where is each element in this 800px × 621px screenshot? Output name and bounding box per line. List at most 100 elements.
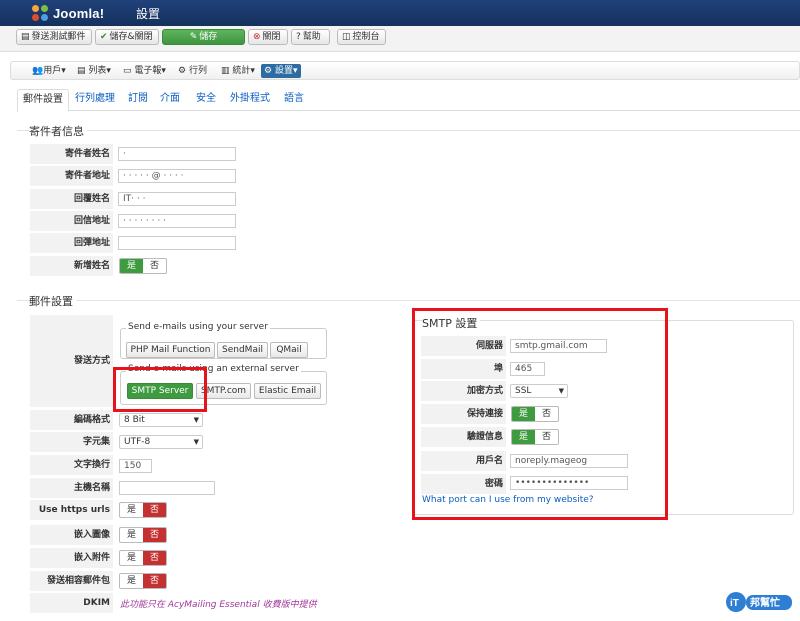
https-yes[interactable]: 是 xyxy=(120,503,143,517)
close-circle-icon: ⊗ xyxy=(253,32,261,42)
reply-name-field[interactable]: IT· · · xyxy=(118,192,236,206)
nav-users[interactable]: 👥用戶▾ xyxy=(29,64,69,78)
chevron-down-icon: ▼ xyxy=(193,438,199,446)
help-label: 幫助 xyxy=(302,32,321,42)
tab-plugins[interactable]: 外掛程式 xyxy=(225,89,275,111)
check-icon: ✔ xyxy=(100,32,108,42)
nav-queue[interactable]: ⚙ 行列 xyxy=(175,64,210,78)
from-email-field[interactable]: · · · · · @ · · · · xyxy=(118,169,236,183)
embed-images-no[interactable]: 否 xyxy=(143,528,166,542)
wrap-field[interactable]: 150 xyxy=(119,459,152,473)
users-icon: 👥 xyxy=(32,66,44,76)
tab-queue[interactable]: 行列處理 xyxy=(70,89,120,111)
embed-attach-no[interactable]: 否 xyxy=(143,551,166,565)
nav-config[interactable]: ⚙ 設置▾ xyxy=(261,64,301,78)
add-name-yes[interactable]: 是 xyxy=(120,259,143,273)
tab-interface[interactable]: 介面 xyxy=(155,89,185,111)
from-name-field[interactable]: · xyxy=(118,147,236,161)
watermark-text: 邦幫忙 xyxy=(750,596,780,609)
tab-security[interactable]: 安全 xyxy=(191,89,221,111)
hostname-field[interactable] xyxy=(119,481,215,495)
close-button[interactable]: ⊗ 關閉 xyxy=(248,29,288,45)
hostname-label: 主機名稱 xyxy=(30,478,113,498)
tab-subscription[interactable]: 訂閱 xyxy=(123,89,153,111)
https-toggle[interactable]: 是 否 xyxy=(119,502,167,518)
sender-fieldset-rule xyxy=(17,130,800,131)
nav-queue-label: 行列 xyxy=(188,66,207,76)
https-no[interactable]: 否 xyxy=(143,503,166,517)
embed-images-toggle[interactable]: 是 否 xyxy=(119,527,167,543)
save-label: 儲存 xyxy=(199,32,218,42)
config-icon: ⚙ xyxy=(264,66,273,76)
add-name-toggle[interactable]: 是 否 xyxy=(119,258,167,274)
https-label: Use https urls xyxy=(30,500,113,520)
wrap-label: 文字換行 xyxy=(30,455,113,475)
nav-stats-label: 統計 xyxy=(232,66,251,76)
multipart-yes[interactable]: 是 xyxy=(120,574,143,588)
encoding-value: 8 Bit xyxy=(124,415,145,425)
chevron-down-icon: ▼ xyxy=(193,416,199,424)
help-button[interactable]: ? 幫助 xyxy=(291,29,330,45)
joomla-logo[interactable]: Joomla! xyxy=(32,4,104,22)
main-nav: 👥用戶▾ ▤ 列表▾ ▭ 電子報▾ ⚙ 行列 ▥ 統計▾ ⚙ 設置▾ xyxy=(10,61,800,80)
encoding-select[interactable]: 8 Bit ▼ xyxy=(119,413,203,427)
queue-icon: ⚙ xyxy=(178,66,187,76)
nav-stats[interactable]: ▥ 統計▾ xyxy=(218,64,258,78)
multipart-toggle[interactable]: 是 否 xyxy=(119,573,167,589)
control-panel-button[interactable]: ◫ 控制台 xyxy=(337,29,386,45)
charset-select[interactable]: UTF-8 ▼ xyxy=(119,435,203,449)
control-panel-label: 控制台 xyxy=(352,32,380,42)
dkim-label: DKIM xyxy=(30,593,113,613)
list-icon: ▤ xyxy=(77,66,86,76)
mail-fieldset-rule xyxy=(17,300,800,301)
nav-config-label: 設置 xyxy=(274,66,293,76)
elastic-email-button[interactable]: Elastic Email xyxy=(254,383,321,399)
from-email-label: 寄件者地址 xyxy=(30,166,113,186)
dkim-notice: 此功能只在 AcyMailing Essential 收費版中提供 xyxy=(120,600,317,610)
multipart-label: 發送相容郵件包 xyxy=(30,571,113,591)
reply-email-field[interactable]: · · · · · · · · xyxy=(118,214,236,228)
save-close-button[interactable]: ✔ 儲存&關閉 xyxy=(95,29,159,45)
nav-users-label: 用戶 xyxy=(43,66,62,76)
own-server-title: Send e-mails using your server xyxy=(126,322,270,332)
nav-newsletters-label: 電子報 xyxy=(134,66,162,76)
help-icon: ? xyxy=(296,32,301,42)
reply-email-label: 回信地址 xyxy=(30,211,113,231)
nav-newsletters[interactable]: ▭ 電子報▾ xyxy=(120,64,169,78)
sendmail-button[interactable]: SendMail xyxy=(217,342,268,358)
embed-images-label: 嵌入圖像 xyxy=(30,525,113,545)
sender-legend: 寄件者信息 xyxy=(29,123,87,139)
embed-images-yes[interactable]: 是 xyxy=(120,528,143,542)
save-button[interactable]: ✎ 儲存 xyxy=(162,29,245,45)
mail-legend: 郵件設置 xyxy=(29,293,76,309)
charset-value: UTF-8 xyxy=(124,437,151,447)
ithome-watermark-logo: iT 邦幫忙 xyxy=(726,592,792,612)
multipart-no[interactable]: 否 xyxy=(143,574,166,588)
smtp-server-highlight xyxy=(113,367,207,412)
send-test-button[interactable]: ▤ 發送測試郵件 xyxy=(16,29,92,45)
envelope-icon: ▤ xyxy=(21,32,30,42)
qmail-button[interactable]: QMail xyxy=(270,342,308,358)
svg-text:iT: iT xyxy=(730,598,739,609)
nav-lists[interactable]: ▤ 列表▾ xyxy=(74,64,114,78)
add-name-label: 新增姓名 xyxy=(30,256,113,276)
send-test-label: 發送測試郵件 xyxy=(31,32,86,42)
embed-attach-yes[interactable]: 是 xyxy=(120,551,143,565)
php-mail-button[interactable]: PHP Mail Function xyxy=(126,342,215,358)
edit-icon: ✎ xyxy=(189,32,198,42)
joomla-logo-text: Joomla! xyxy=(53,5,105,21)
tab-mail[interactable]: 郵件設置 xyxy=(17,89,69,112)
encoding-label: 編碼格式 xyxy=(30,410,113,430)
add-name-no[interactable]: 否 xyxy=(143,259,166,273)
smtp-settings-highlight xyxy=(412,308,668,520)
reply-name-label: 回覆姓名 xyxy=(30,189,113,209)
method-label: 發送方式 xyxy=(30,315,113,407)
nav-lists-label: 列表 xyxy=(88,66,107,76)
dashboard-icon: ◫ xyxy=(342,32,351,42)
config-tabs: 郵件設置 行列處理 訂閱 介面 安全 外掛程式 語言 xyxy=(17,89,800,112)
embed-attach-toggle[interactable]: 是 否 xyxy=(119,550,167,566)
joomla-logo-icon xyxy=(32,4,49,22)
toolbar: ▤ 發送測試郵件 ✔ 儲存&關閉 ✎ 儲存 ⊗ 關閉 ? 幫助 ◫ 控制台 xyxy=(0,26,800,52)
tab-languages[interactable]: 語言 xyxy=(279,89,309,111)
bounce-field[interactable] xyxy=(118,236,236,250)
